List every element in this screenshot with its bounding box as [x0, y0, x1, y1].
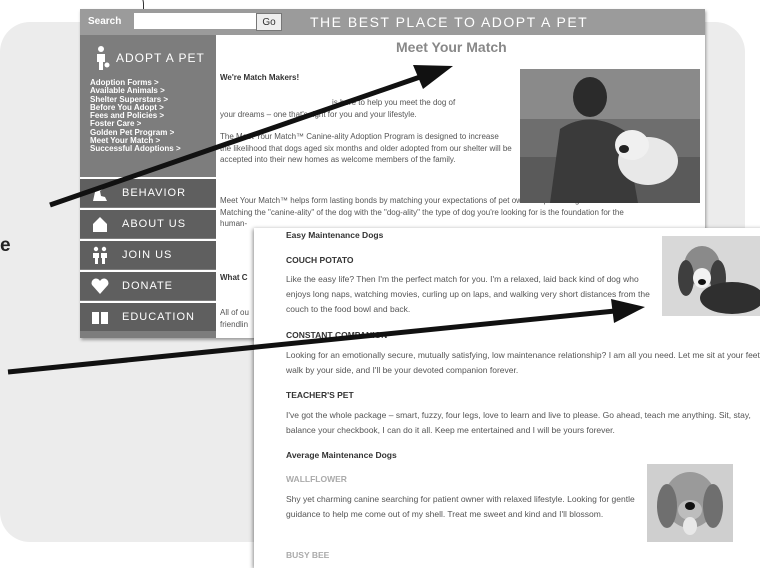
arrow-head-icon — [611, 299, 645, 323]
callout-arrows — [7, 65, 645, 375]
arrow-head-icon — [413, 65, 453, 89]
arrow-to-dog-photo — [7, 308, 616, 375]
arrow-to-title — [49, 74, 421, 208]
